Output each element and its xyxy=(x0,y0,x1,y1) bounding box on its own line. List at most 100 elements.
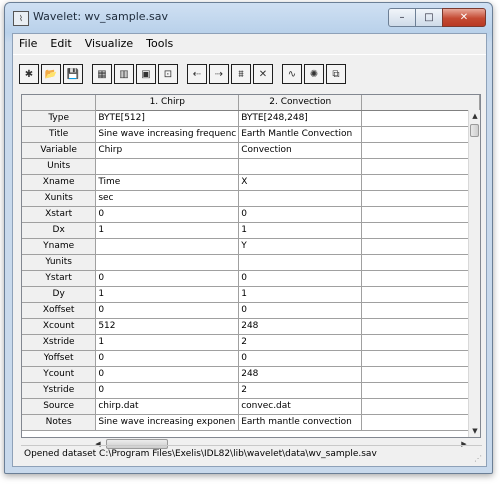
table-cell[interactable]: 2 xyxy=(238,382,363,399)
row-header[interactable]: Variable xyxy=(22,142,97,159)
table-cell[interactable]: 248 xyxy=(238,366,363,383)
row-header[interactable]: Dy xyxy=(22,286,97,303)
move-right-button[interactable]: ⇢ xyxy=(209,64,229,84)
row-header[interactable]: Yoffset xyxy=(22,350,97,367)
table-cell[interactable] xyxy=(95,238,240,255)
cross-wavelet-button[interactable]: ▥ xyxy=(114,64,134,84)
table-cell[interactable]: 0 xyxy=(95,302,240,319)
data-plot-button[interactable]: ⊡ xyxy=(158,64,178,84)
menu-tools[interactable]: Tools xyxy=(140,34,180,53)
table-cell[interactable]: Earth mantle convection xyxy=(238,414,363,431)
table-cell[interactable] xyxy=(238,158,363,175)
table-cell[interactable]: 0 xyxy=(95,206,240,223)
menu-visualize[interactable]: Visualize xyxy=(79,34,140,53)
row-header[interactable]: Ystride xyxy=(22,382,97,399)
row-header[interactable]: Dx xyxy=(22,222,97,239)
table-cell[interactable] xyxy=(361,190,480,207)
wavelet-analysis-button[interactable]: ▦ xyxy=(92,64,112,84)
minimize-button[interactable]: – xyxy=(388,8,416,27)
table-cell[interactable]: BYTE[512] xyxy=(95,110,240,127)
scroll-down-icon[interactable]: ▼ xyxy=(469,425,480,437)
table-cell[interactable] xyxy=(361,270,480,287)
table-cell[interactable]: 1 xyxy=(238,286,363,303)
table-cell[interactable]: Sine wave increasing exponen xyxy=(95,414,240,431)
table-cell[interactable]: Sine wave increasing frequenc xyxy=(95,126,240,143)
column-header-chirp[interactable]: 1. Chirp xyxy=(95,95,240,111)
table-cell[interactable]: 0 xyxy=(238,206,363,223)
table-cell[interactable] xyxy=(361,254,480,271)
menu-file[interactable]: File xyxy=(13,34,44,53)
open-folder-button[interactable]: 📂 xyxy=(41,64,61,84)
row-header[interactable]: Xoffset xyxy=(22,302,97,319)
table-cell[interactable] xyxy=(361,398,480,415)
row-header[interactable]: Units xyxy=(22,158,97,175)
row-header[interactable]: Yname xyxy=(22,238,97,255)
vertical-scroll-thumb[interactable] xyxy=(470,124,479,137)
table-cell[interactable]: Earth Mantle Convection xyxy=(238,126,363,143)
scroll-up-icon[interactable]: ▲ xyxy=(469,110,480,122)
table-cell[interactable] xyxy=(361,414,480,431)
resize-grip-icon[interactable]: ⋰ xyxy=(474,454,484,464)
table-cell[interactable]: Time xyxy=(95,174,240,191)
table-cell[interactable] xyxy=(361,174,480,191)
table-cell[interactable]: 0 xyxy=(238,270,363,287)
table-cell[interactable]: 0 xyxy=(95,366,240,383)
table-cell[interactable]: X xyxy=(238,174,363,191)
wavelet-spectrum-button[interactable]: ✺ xyxy=(304,64,324,84)
table-cell[interactable]: 0 xyxy=(95,350,240,367)
table-cell[interactable] xyxy=(238,254,363,271)
row-header[interactable]: Notes xyxy=(22,414,97,431)
table-cell[interactable] xyxy=(361,302,480,319)
table-cell[interactable]: 0 xyxy=(238,302,363,319)
row-header[interactable]: Ycount xyxy=(22,366,97,383)
variable-tile-button[interactable]: ▣ xyxy=(136,64,156,84)
row-header[interactable]: Source xyxy=(22,398,97,415)
vertical-scrollbar[interactable]: ▲ ▼ xyxy=(468,110,480,437)
table-cell[interactable] xyxy=(361,366,480,383)
column-header-empty[interactable] xyxy=(361,95,480,111)
table-cell[interactable]: 2 xyxy=(238,334,363,351)
row-header[interactable]: Xstride xyxy=(22,334,97,351)
table-cell[interactable]: 512 xyxy=(95,318,240,335)
row-header[interactable]: Yunits xyxy=(22,254,97,271)
table-cell[interactable]: 248 xyxy=(238,318,363,335)
table-cell[interactable]: Chirp xyxy=(95,142,240,159)
menu-edit[interactable]: Edit xyxy=(44,34,78,53)
table-cell[interactable]: sec xyxy=(95,190,240,207)
title-bar[interactable]: ⌇ Wavelet: wv_sample.sav – □ ✕ xyxy=(5,3,492,33)
row-header[interactable]: Xunits xyxy=(22,190,97,207)
table-cell[interactable] xyxy=(361,238,480,255)
table-cell[interactable] xyxy=(361,334,480,351)
table-cell[interactable] xyxy=(361,382,480,399)
close-button[interactable]: ✕ xyxy=(442,8,486,27)
tree-hierarchy-button[interactable]: ⧉ xyxy=(326,64,346,84)
table-cell[interactable] xyxy=(95,158,240,175)
table-cell[interactable]: 1 xyxy=(95,222,240,239)
table-cell[interactable]: convec.dat xyxy=(238,398,363,415)
row-header[interactable]: Ystart xyxy=(22,270,97,287)
table-cell[interactable] xyxy=(361,110,480,127)
row-header[interactable]: Xcount xyxy=(22,318,97,335)
table-cell[interactable]: Y xyxy=(238,238,363,255)
save-disk-button[interactable]: 💾 xyxy=(63,64,83,84)
table-cell[interactable] xyxy=(361,126,480,143)
table-cell[interactable] xyxy=(361,318,480,335)
table-cell[interactable]: 1 xyxy=(95,286,240,303)
row-header[interactable]: Type xyxy=(22,110,97,127)
table-cell[interactable]: 1 xyxy=(238,222,363,239)
move-left-button[interactable]: ⇠ xyxy=(187,64,207,84)
column-header-convection[interactable]: 2. Convection xyxy=(238,95,363,111)
new-file-button[interactable]: ✱ xyxy=(19,64,39,84)
table-cell[interactable]: 0 xyxy=(238,350,363,367)
row-header[interactable]: Title xyxy=(22,126,97,143)
table-cell[interactable]: 0 xyxy=(95,382,240,399)
table-cell[interactable]: 0 xyxy=(95,270,240,287)
table-cell[interactable]: 1 xyxy=(95,334,240,351)
table-cell[interactable]: BYTE[248,248] xyxy=(238,110,363,127)
table-cell[interactable] xyxy=(361,350,480,367)
table-cell[interactable] xyxy=(238,190,363,207)
filter-button[interactable]: ⩩ xyxy=(231,64,251,84)
table-cell[interactable] xyxy=(361,222,480,239)
waveform-button[interactable]: ∿ xyxy=(282,64,302,84)
row-header[interactable]: Xstart xyxy=(22,206,97,223)
